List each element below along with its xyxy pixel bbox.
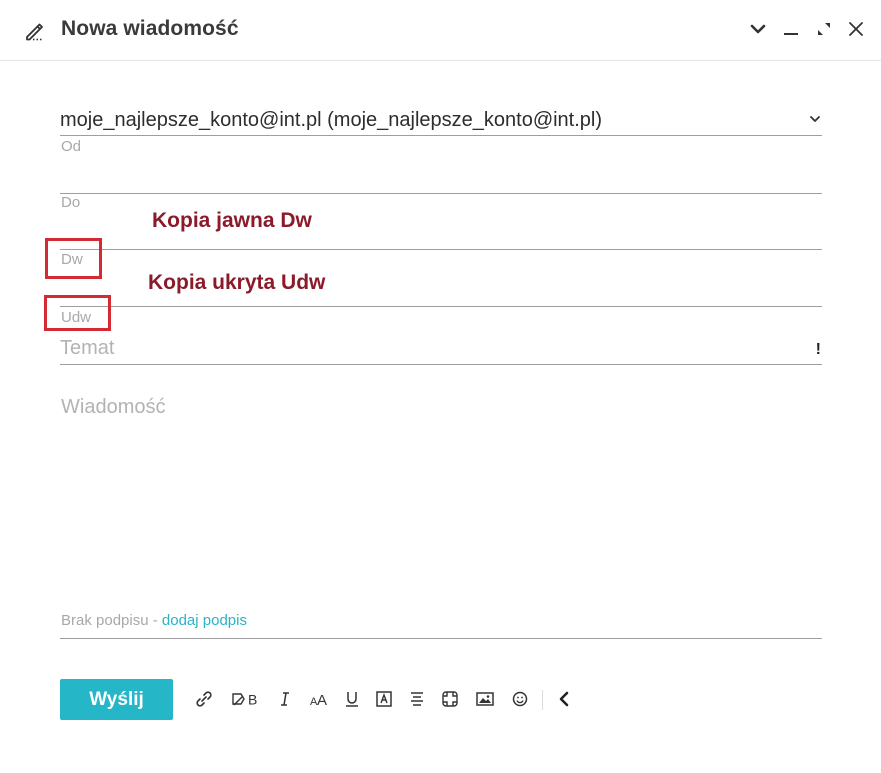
signature-icon[interactable]: B [229, 686, 263, 712]
bcc-annotation: Kopia ukryta Udw [148, 271, 326, 294]
message-placeholder[interactable]: Wiadomość [61, 396, 165, 419]
subject-field[interactable]: Temat ! [60, 326, 822, 365]
signature-row: Brak podpisu - dodaj podpis [60, 602, 822, 639]
collapse-chevron-icon[interactable] [551, 686, 577, 712]
subject-placeholder: Temat [60, 337, 115, 359]
chevron-down-icon[interactable] [808, 112, 822, 126]
font-size-icon[interactable]: AA [306, 686, 332, 712]
expand-icon[interactable] [814, 19, 834, 39]
chevron-down-icon[interactable] [748, 19, 768, 39]
cc-highlight-box [45, 238, 102, 279]
italic-icon[interactable] [272, 686, 298, 712]
to-field[interactable] [60, 150, 822, 194]
compose-pencil-icon [24, 18, 48, 42]
bcc-highlight-box [44, 295, 111, 331]
compose-header: Nowa wiadomość [0, 0, 881, 61]
minimize-icon[interactable] [781, 19, 801, 39]
smiley-icon[interactable] [507, 686, 533, 712]
signature-text: Brak podpisu - dodaj podpis [61, 612, 247, 629]
importance-icon[interactable]: ! [816, 341, 821, 359]
svg-text:A: A [317, 692, 327, 709]
underline-icon[interactable] [339, 686, 365, 712]
close-icon[interactable] [846, 19, 866, 39]
text-color-icon[interactable] [371, 686, 397, 712]
link-icon[interactable] [191, 686, 217, 712]
align-icon[interactable] [404, 686, 430, 712]
from-select[interactable]: moje_najlepsze_konto@int.pl (moje_najlep… [60, 103, 822, 136]
compose-title: Nowa wiadomość [61, 17, 239, 40]
from-value: moje_najlepsze_konto@int.pl (moje_najlep… [60, 109, 603, 131]
signature-status: Brak podpisu - [61, 612, 162, 629]
emoji-sticker-icon[interactable] [437, 686, 463, 712]
add-signature-link[interactable]: dodaj podpis [162, 612, 247, 629]
svg-text:B: B [248, 692, 257, 708]
cc-annotation: Kopia jawna Dw [152, 209, 312, 232]
image-icon[interactable] [472, 686, 498, 712]
send-button[interactable]: Wyślij [60, 679, 173, 720]
toolbar-divider [542, 690, 543, 710]
